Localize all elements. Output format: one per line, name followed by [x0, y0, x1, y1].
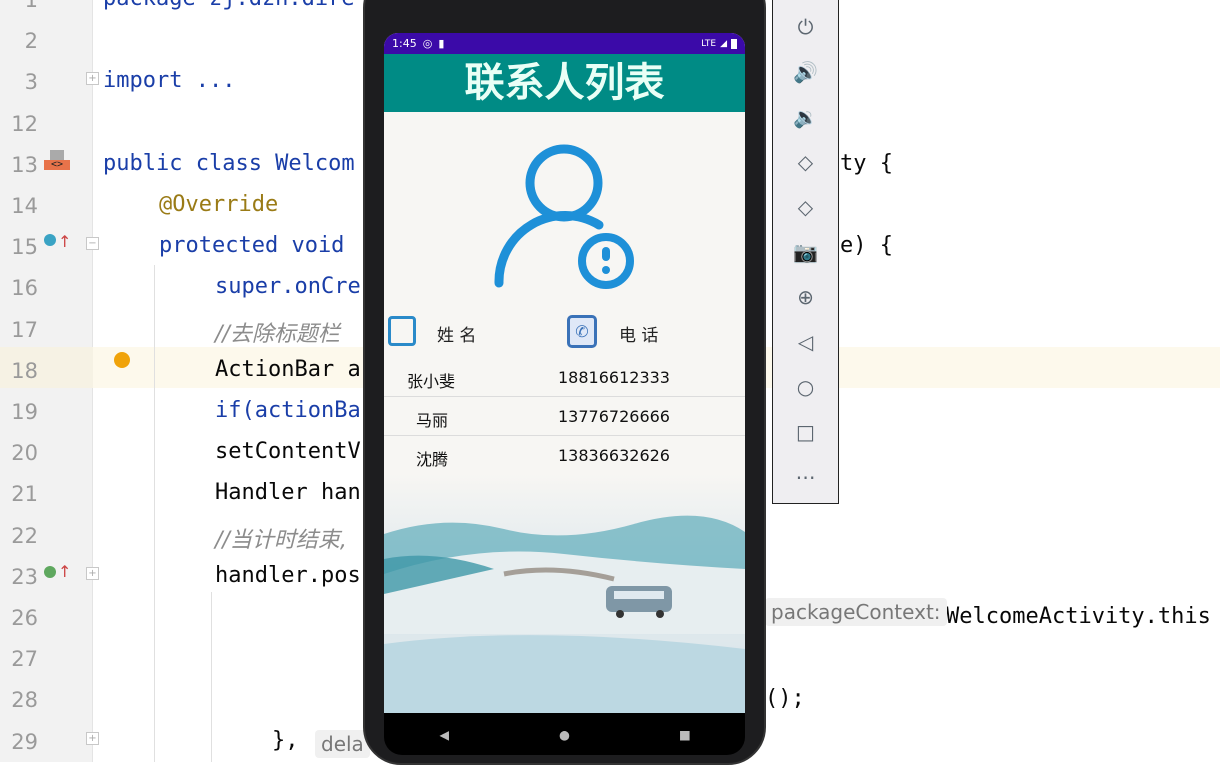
status-bar: 1:45 ◎ ▮ LTE ◢ — [384, 33, 745, 54]
contact-name: 马丽 — [416, 411, 449, 430]
line-number: 29 — [11, 729, 38, 754]
sync-icon: ◎ — [422, 37, 433, 50]
zoom-icon[interactable]: ⊕ — [773, 274, 838, 319]
contact-phone: 18816612333 — [558, 368, 670, 387]
more-icon[interactable]: ⋯ — [773, 454, 838, 499]
code-line: Handler han — [215, 480, 361, 506]
phone-book-icon: ✆ — [567, 315, 597, 348]
code-line: public class Welcom — [103, 150, 355, 176]
rotate-left-icon[interactable]: ◇ — [773, 139, 838, 184]
code-line-right: ty { — [840, 150, 893, 176]
lightbulb-icon[interactable] — [114, 352, 130, 368]
indent-guide — [154, 265, 155, 762]
gutter-icon-layout[interactable]: <> — [44, 150, 70, 174]
contact-row[interactable]: 沈腾 13836632626 — [384, 436, 745, 475]
override-icon[interactable] — [44, 234, 56, 246]
code-line: ActionBar a — [215, 356, 361, 382]
line-number: 14 — [11, 194, 38, 218]
parameter-hint: dela — [315, 729, 370, 758]
recents-button[interactable]: ■ — [680, 725, 690, 744]
code-line-right: (); — [765, 686, 805, 712]
phone-screen[interactable]: 1:45 ◎ ▮ LTE ◢ 联系人列表 姓 名 ✆ 电 话 张小斐 1881661… — [384, 33, 745, 713]
header-phone: 电 话 — [619, 326, 659, 346]
line-number: 23 — [11, 564, 38, 589]
line-number: 15 — [11, 235, 38, 260]
code-line: package zj.dzh.dire — [103, 0, 355, 11]
code-line-right: WelcomeActivity.this — [946, 604, 1211, 629]
camera-icon[interactable]: 📷 — [773, 229, 838, 274]
line-number: 13 — [11, 152, 38, 177]
code-line: //当计时结束, — [215, 527, 347, 553]
home-icon[interactable]: ○ — [773, 364, 838, 409]
indent-guide — [211, 592, 212, 762]
code-line: protected void — [159, 233, 345, 259]
line-number: 19 — [11, 400, 38, 424]
parameter-hint: packageContext: — [765, 598, 947, 626]
line-number: 20 — [11, 441, 38, 466]
code-line: if(actionBa — [215, 398, 361, 423]
code-line: //去除标题栏 — [215, 321, 340, 347]
code-line: setContentV — [215, 439, 361, 465]
line-number: 3 — [24, 70, 38, 95]
line-number: 22 — [11, 523, 38, 548]
table-header: 姓 名 ✆ 电 话 — [384, 313, 745, 349]
line-number: 28 — [11, 688, 38, 713]
arrow-up-icon: ↑ — [58, 232, 72, 251]
line-number: 2 — [24, 29, 38, 54]
fold-toggle[interactable]: − — [86, 237, 99, 250]
contact-alert-icon — [494, 144, 634, 289]
sd-card-icon: ▮ — [438, 37, 445, 50]
status-time: 1:45 — [392, 37, 417, 50]
contact-name: 张小斐 — [407, 372, 456, 391]
back-button[interactable]: ◀ — [439, 725, 449, 744]
contact-phone: 13836632626 — [558, 446, 670, 465]
fold-toggle[interactable]: + — [86, 567, 99, 580]
fold-toggle[interactable]: + — [86, 732, 99, 745]
volume-down-icon[interactable]: 🔉 — [773, 94, 838, 139]
code-line: import ... — [103, 68, 236, 94]
code-line: super.onCre — [215, 274, 361, 300]
back-icon[interactable]: ◁ — [773, 319, 838, 364]
contact-name: 沈腾 — [416, 450, 449, 469]
line-number: 26 — [11, 606, 38, 630]
line-number: 27 — [11, 647, 38, 672]
landscape-image — [384, 474, 745, 713]
contact-book-icon — [388, 316, 416, 346]
signal-icon: ◢ — [720, 38, 727, 49]
contact-row[interactable]: 张小斐 18816612333 — [384, 358, 745, 397]
power-icon[interactable]: ⏻ — [773, 4, 838, 49]
line-number: 1 — [24, 0, 38, 12]
line-number: 18 — [11, 358, 38, 383]
contact-phone: 13776726666 — [558, 407, 670, 426]
implements-icon[interactable] — [44, 566, 56, 578]
rotate-right-icon[interactable]: ◇ — [773, 184, 838, 229]
overview-icon[interactable]: □ — [773, 409, 838, 454]
line-number: 12 — [11, 111, 38, 136]
navigation-bar: ◀ ● ■ — [384, 713, 745, 755]
code-line-right: e) { — [840, 233, 893, 259]
network-label: LTE — [701, 38, 717, 49]
volume-up-icon[interactable]: 🔊 — [773, 49, 838, 94]
fold-toggle[interactable]: + — [86, 72, 99, 85]
code-line: }, — [272, 727, 299, 753]
header-name: 姓 名 — [437, 326, 477, 346]
code-line: handler.pos — [215, 562, 361, 588]
page-title: 联系人列表 — [384, 54, 745, 112]
home-button[interactable]: ● — [560, 725, 570, 744]
line-number: 17 — [11, 317, 38, 342]
contact-row[interactable]: 马丽 13776726666 — [384, 397, 745, 436]
arrow-up-icon: ↑ — [58, 562, 72, 581]
line-number: 16 — [11, 276, 38, 301]
emulator-toolbar: ⏻ 🔊 🔉 ◇ ◇ 📷 ⊕ ◁ ○ □ ⋯ — [772, 0, 839, 504]
battery-icon — [731, 38, 737, 49]
code-line: @Override — [159, 192, 279, 217]
line-number: 21 — [11, 482, 38, 507]
